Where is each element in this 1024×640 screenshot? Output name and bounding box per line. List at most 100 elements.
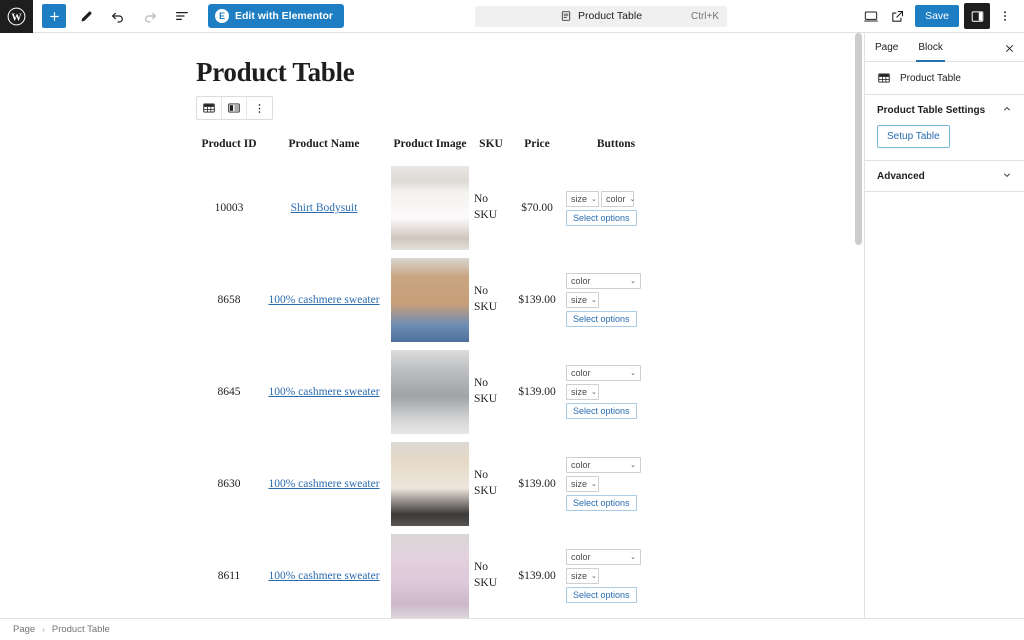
canvas-scrollbar-thumb[interactable]	[855, 33, 862, 245]
command-bar-title: Product Table	[578, 10, 643, 22]
variation-select-size[interactable]: size ⌄	[566, 190, 599, 207]
column-header-product-image: Product Image	[393, 138, 467, 150]
wordpress-logo-button[interactable]: W	[0, 0, 33, 33]
product-name-link[interactable]: 100% cashmere sweater	[268, 478, 379, 490]
editor-options-button[interactable]	[992, 3, 1018, 29]
edit-with-elementor-button[interactable]: E Edit with Elementor	[208, 4, 345, 28]
chevron-down-icon	[1002, 170, 1012, 182]
cell-product-id: 8630	[217, 478, 241, 490]
select-options-button[interactable]: Select options	[566, 495, 637, 511]
product-name-link[interactable]: Shirt Bodysuit	[291, 202, 358, 214]
product-name-link[interactable]: 100% cashmere sweater	[268, 294, 379, 306]
variation-select-color[interactable]: color ⌄	[566, 549, 641, 565]
save-button[interactable]: Save	[915, 5, 959, 27]
variation-select-size[interactable]: size ⌄	[566, 568, 599, 584]
settings-sidebar-icon	[971, 10, 983, 22]
variation-select-color[interactable]: color ⌄	[566, 457, 641, 473]
view-post-button[interactable]	[884, 3, 910, 29]
settings-sidebar: Page Block Product Table Product Table S…	[864, 33, 1024, 618]
chevron-down-icon: ⌄	[630, 278, 636, 285]
cell-price: $139.00	[518, 294, 556, 306]
plus-icon	[49, 11, 59, 21]
block-align-button[interactable]	[222, 97, 247, 119]
cell-buttons: size ⌄ color ⌄ Select options	[566, 162, 666, 254]
undo-arrow-icon	[112, 12, 123, 23]
panel-product-table-settings: Product Table Settings Setup Table	[865, 95, 1024, 161]
select-options-button[interactable]: Select options	[566, 403, 637, 419]
cell-product-image	[386, 438, 474, 530]
chevron-down-icon: ⌄	[629, 195, 636, 203]
product-table-head: Product ID Product Name Product Image SK…	[196, 138, 666, 162]
preview-device-button[interactable]	[858, 3, 884, 29]
chevron-down-icon: ⌄	[591, 481, 597, 488]
breadcrumb-product-table[interactable]: Product Table	[52, 624, 110, 635]
variation-select-color[interactable]: color ⌄	[566, 273, 641, 289]
select-options-button[interactable]: Select options	[566, 209, 637, 226]
svg-text:W: W	[11, 12, 22, 23]
settings-sidebar-toggle-button[interactable]	[964, 3, 990, 29]
block-more-options-button[interactable]	[247, 97, 272, 119]
cell-buttons: color ⌄ size ⌄ Select options	[566, 254, 666, 346]
product-image[interactable]	[391, 442, 469, 526]
variation-select-color[interactable]: color ⌄	[566, 365, 641, 381]
cell-price: $139.00	[518, 386, 556, 398]
table-header-row: Product ID Product Name Product Image SK…	[196, 138, 666, 162]
redo-button[interactable]	[138, 4, 162, 28]
undo-button[interactable]	[106, 4, 130, 28]
cell-product-id: 8611	[217, 570, 241, 582]
cell-product-name: 100% cashmere sweater	[262, 346, 386, 438]
edit-tool-button[interactable]	[74, 4, 98, 28]
cell-product-name: Shirt Bodysuit	[262, 162, 386, 254]
product-name-link[interactable]: 100% cashmere sweater	[268, 570, 379, 582]
canvas-scrollbar[interactable]	[855, 33, 862, 618]
canvas-scroll-content: Product Table Product ID Product Name Pr…	[0, 33, 864, 618]
product-image[interactable]	[391, 166, 469, 250]
editor-canvas: Product Table Product ID Product Name Pr…	[0, 33, 864, 618]
column-header-product-id: Product ID	[201, 138, 257, 150]
close-sidebar-button[interactable]	[1002, 41, 1016, 55]
setup-table-button[interactable]: Setup Table	[877, 125, 950, 148]
cell-product-id: 10003	[214, 202, 244, 214]
external-link-icon	[891, 10, 903, 22]
tab-page[interactable]: Page	[865, 33, 908, 62]
page-title: Product Table	[196, 57, 355, 87]
panel-advanced: Advanced	[865, 161, 1024, 192]
add-block-button[interactable]	[42, 4, 66, 28]
variation-select-size[interactable]: size ⌄	[566, 476, 599, 492]
chevron-down-icon: ⌄	[591, 195, 597, 203]
product-image[interactable]	[391, 534, 469, 618]
variation-controls: color ⌄ size ⌄ Select options	[566, 273, 666, 327]
document-overview-button[interactable]	[170, 4, 194, 28]
page-document-icon	[561, 11, 571, 21]
variation-controls: color ⌄ size ⌄ Select options	[566, 457, 666, 511]
variation-controls: color ⌄ size ⌄ Select options	[566, 549, 666, 603]
table-row: 10003 Shirt Bodysuit No SKU $70.00 size ⌄ colo…	[196, 162, 666, 254]
panel-advanced-header[interactable]: Advanced	[877, 170, 1012, 182]
tab-block[interactable]: Block	[908, 33, 952, 62]
table-row: 8645 100% cashmere sweater No SKU $139.00 co…	[196, 346, 666, 438]
cell-product-id: 8658	[217, 294, 241, 306]
variation-controls: size ⌄ color ⌄ Select options	[566, 190, 666, 226]
breadcrumb-page[interactable]: Page	[13, 624, 35, 635]
editor-body: Product Table Product ID Product Name Pr…	[0, 33, 1024, 618]
select-options-button[interactable]: Select options	[566, 587, 637, 603]
cell-product-id: 8645	[217, 386, 241, 398]
editor-footer-breadcrumb: Page › Product Table	[0, 618, 1024, 640]
command-bar-container: Product Table Ctrl+K	[344, 5, 858, 27]
product-name-link[interactable]: 100% cashmere sweater	[268, 386, 379, 398]
panel-title: Advanced	[877, 170, 925, 182]
variation-select-color[interactable]: color ⌄	[601, 190, 636, 207]
product-image[interactable]	[391, 350, 469, 434]
variation-select-size[interactable]: size ⌄	[566, 292, 599, 308]
selected-block-name: Product Table	[900, 72, 961, 84]
variation-select-size[interactable]: size ⌄	[566, 384, 599, 400]
variation-select-label: color	[571, 460, 591, 470]
product-image[interactable]	[391, 258, 469, 342]
select-options-button[interactable]: Select options	[566, 311, 637, 327]
command-palette-button[interactable]: Product Table Ctrl+K	[475, 5, 728, 27]
variation-select-label: size	[571, 193, 588, 204]
block-type-button[interactable]	[197, 97, 222, 119]
product-table: Product ID Product Name Product Image SK…	[196, 138, 666, 618]
panel-product-table-settings-header[interactable]: Product Table Settings	[877, 104, 1012, 116]
list-view-icon	[176, 12, 188, 20]
